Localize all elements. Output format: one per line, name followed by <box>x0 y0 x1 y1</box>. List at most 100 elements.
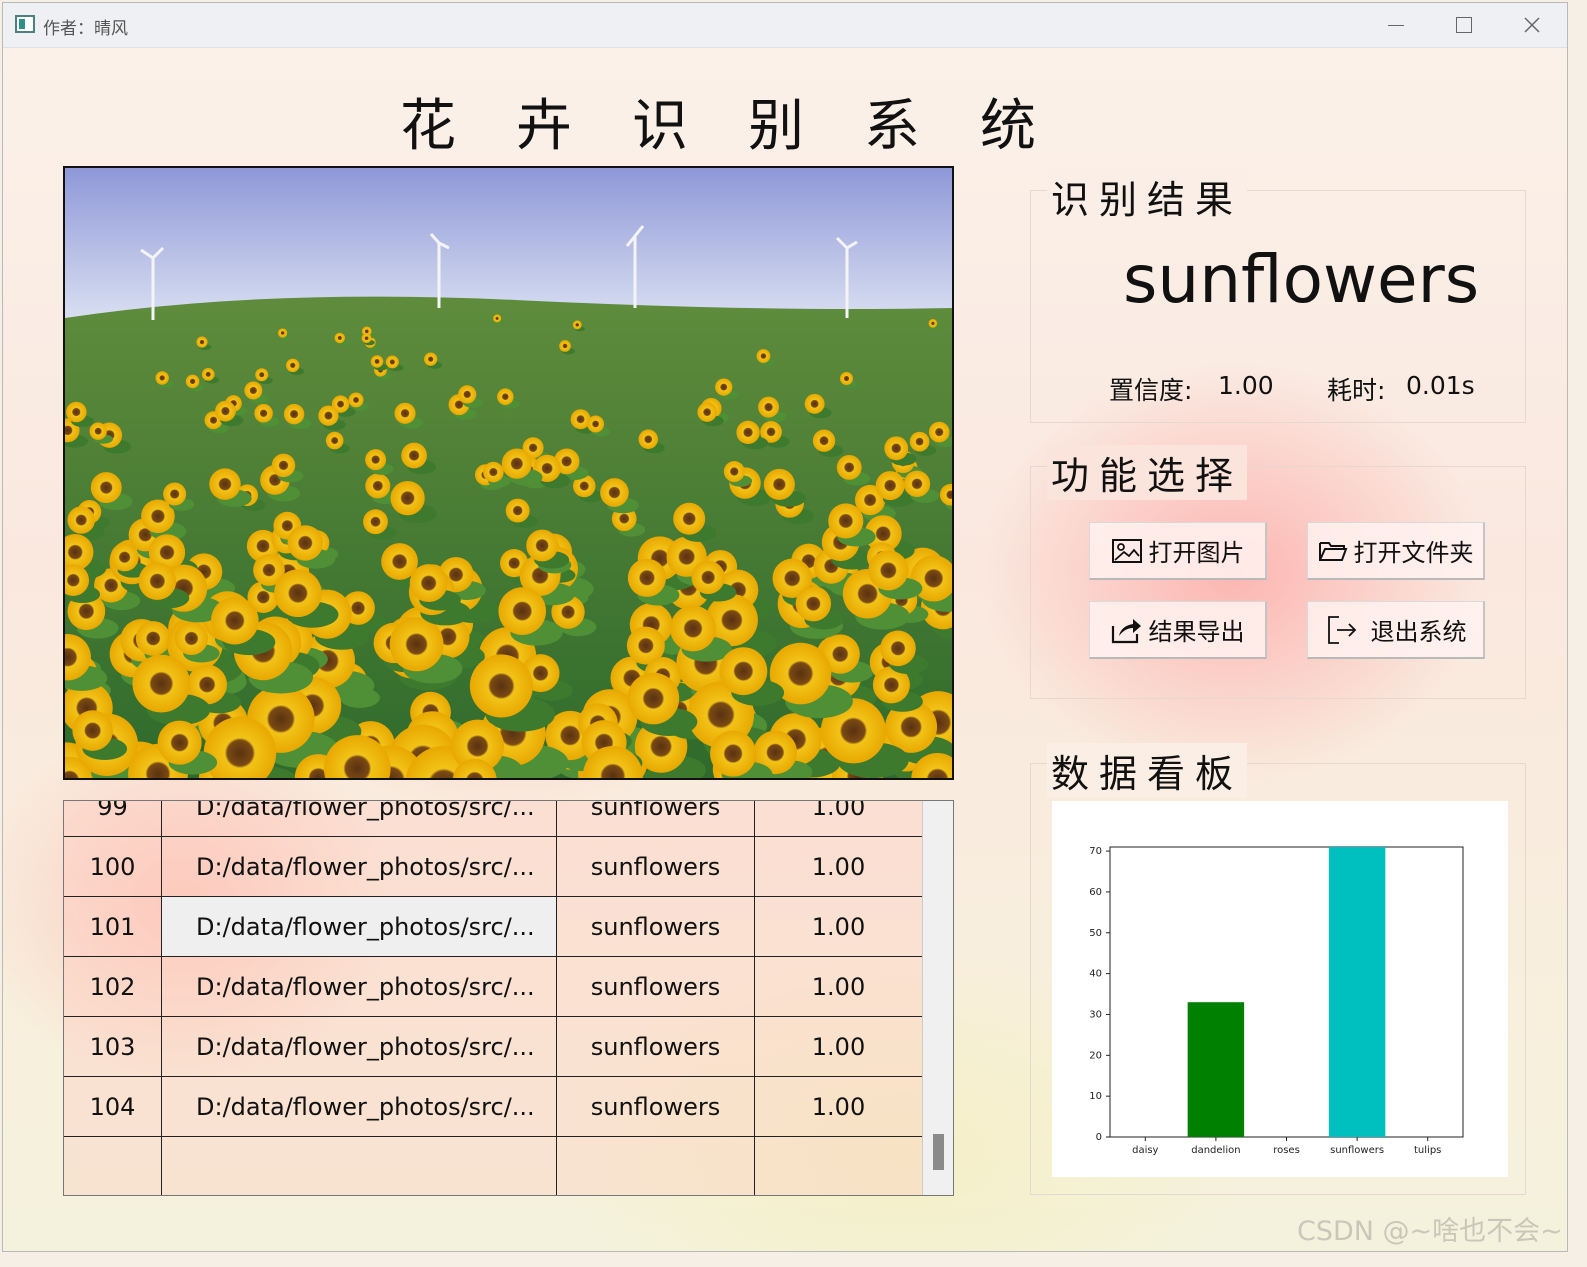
x-tick-label: sunflowers <box>1330 1145 1384 1156</box>
sunflower-head <box>884 436 909 461</box>
table-row[interactable]: 101 D:/data/flower_photos/src/... sunflowe… <box>64 897 923 957</box>
window-title: 作者：晴风 <box>43 19 128 39</box>
sunflower-head <box>670 605 716 652</box>
sunflower-head <box>185 374 200 389</box>
sunflower-head <box>880 630 916 667</box>
sunflower-head <box>501 448 532 479</box>
table-row[interactable]: 103 D:/data/flower_photos/src/... sunflowe… <box>64 1017 923 1077</box>
sunflower-head <box>155 371 169 385</box>
open-image-label: 打开图片 <box>1148 539 1245 567</box>
table-row[interactable] <box>64 1137 923 1195</box>
result-section-title: 识别结果 <box>1047 169 1248 224</box>
row-index-cell: 103 <box>64 1017 162 1076</box>
sunflower-head <box>638 429 658 449</box>
sunflower-head <box>201 367 215 381</box>
minimize-icon <box>1388 24 1404 26</box>
sunflower-head <box>110 543 139 572</box>
sunflower-head <box>138 562 177 600</box>
sunflower-head <box>196 336 208 348</box>
class-cell: sunflowers <box>557 1017 755 1076</box>
sunflower-head <box>286 358 300 373</box>
scroll-thumb[interactable] <box>933 1134 944 1170</box>
maximize-icon <box>1456 17 1472 33</box>
sunflower-head <box>401 442 427 469</box>
sunflower-head <box>458 385 477 404</box>
function-section-title: 功能选择 <box>1047 445 1248 500</box>
x-tick-label: daisy <box>1132 1145 1158 1156</box>
export-button[interactable]: 结果导出 <box>1089 601 1267 659</box>
sunflower-head <box>483 461 504 483</box>
row-index-cell <box>64 1137 162 1195</box>
table-scrollbar[interactable] <box>922 801 953 1195</box>
table-row[interactable]: 104 D:/data/flower_photos/src/... sunflowe… <box>64 1077 923 1137</box>
y-tick-label: 10 <box>1089 1091 1102 1102</box>
sunflower-head <box>424 352 438 366</box>
row-index-cell: 99 <box>64 801 162 836</box>
table-body: 99 D:/data/flower_photos/src/... sunflower… <box>64 801 923 1195</box>
image-icon <box>1111 538 1142 563</box>
sunflower-head <box>348 392 364 408</box>
bar-sunflowers <box>1328 847 1386 1137</box>
sunflower-head <box>710 730 757 777</box>
sunflower-head <box>559 340 571 352</box>
sunflower-head <box>469 654 533 718</box>
sunflower-head <box>587 415 605 433</box>
file-path-cell: D:/data/flower_photos/src/... <box>162 1077 557 1136</box>
image-preview <box>63 166 954 780</box>
open-image-button[interactable]: 打开图片 <box>1089 522 1267 580</box>
sunflower-head <box>370 355 384 368</box>
sunflower-head <box>209 468 241 500</box>
y-tick-label: 20 <box>1089 1050 1102 1061</box>
open-folder-button[interactable]: 打开文件夹 <box>1307 522 1485 580</box>
table-row[interactable]: 100 D:/data/flower_photos/src/... sunflowe… <box>64 837 923 897</box>
file-path-cell <box>162 1137 557 1195</box>
sunflower-head <box>89 422 107 440</box>
class-cell: sunflowers <box>557 1077 755 1136</box>
file-path-cell: D:/data/flower_photos/src/... <box>162 1017 557 1076</box>
sunflower-head <box>836 454 862 480</box>
y-tick-label: 50 <box>1089 928 1102 939</box>
time-label: 耗时: <box>1327 376 1386 405</box>
exit-button[interactable]: 退出系统 <box>1307 601 1485 659</box>
page-title: 花卉识别系统 <box>400 94 1096 159</box>
close-button[interactable] <box>1499 3 1565 47</box>
sunflower-head <box>67 506 95 534</box>
y-tick-label: 40 <box>1089 969 1102 980</box>
sunflower-head <box>828 503 864 539</box>
minimize-button[interactable] <box>1363 3 1429 47</box>
table-row[interactable]: 99 D:/data/flower_photos/src/... sunflower… <box>64 801 923 837</box>
open-folder-label: 打开文件夹 <box>1353 539 1474 567</box>
app-icon <box>15 15 35 33</box>
sunflower-head <box>90 472 122 504</box>
maximize-button[interactable] <box>1431 3 1497 47</box>
sunflower-head <box>840 372 854 386</box>
chart-panel: 0 10 20 30 40 50 60 70 daisy dandelion roses sunflo… <box>1052 801 1508 1177</box>
file-path-cell: D:/data/flower_photos/src/... <box>162 801 557 836</box>
sunflower-head <box>365 473 391 499</box>
sunflower-head <box>526 529 559 562</box>
sunflower-head <box>334 332 346 344</box>
row-index-cell: 101 <box>64 897 162 956</box>
results-table[interactable]: 99 D:/data/flower_photos/src/... sunflower… <box>63 800 954 1196</box>
sunflower-head <box>723 461 745 483</box>
sunflower-head <box>277 328 288 338</box>
table-row[interactable]: 102 D:/data/flower_photos/src/... sunflowe… <box>64 957 923 1017</box>
sunflower-head <box>274 569 322 618</box>
sunflower-head <box>691 560 725 595</box>
sunflower-head <box>244 381 263 400</box>
flower-photo <box>65 168 952 778</box>
y-tick-label: 30 <box>1089 1009 1102 1020</box>
sunflower-head <box>719 647 768 696</box>
sunflower-head <box>497 388 514 405</box>
sunflower-head <box>868 550 909 591</box>
row-index-cell: 104 <box>64 1077 162 1136</box>
export-label: 结果导出 <box>1148 618 1245 646</box>
plot-frame <box>1109 846 1464 1138</box>
sunflower-head <box>903 470 931 497</box>
sunflower-head <box>600 478 629 507</box>
sunflower-head <box>254 403 273 423</box>
sunflower-head <box>804 393 825 414</box>
export-icon <box>1111 618 1141 643</box>
sunflower-head <box>365 449 387 471</box>
sunflower-head <box>361 333 372 344</box>
